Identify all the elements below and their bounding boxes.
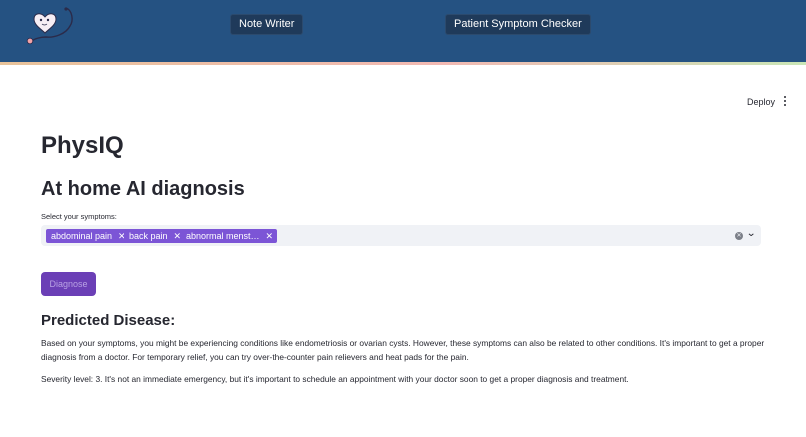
close-icon[interactable]: ✕ [174, 231, 182, 241]
symptom-tag-label: abdominal pain [51, 231, 113, 241]
nav-note-writer-button[interactable]: Note Writer [231, 15, 303, 34]
symptom-tag: abdominal pain ✕ [46, 229, 130, 243]
kebab-menu-icon[interactable] [782, 96, 788, 108]
header-accent-line [0, 62, 806, 65]
severity-text: Severity level: 3. It's not an immediate… [41, 374, 629, 384]
heart-stethoscope-logo-icon[interactable] [24, 6, 76, 46]
symptoms-label: Select your symptoms: [41, 212, 117, 221]
deploy-button[interactable]: Deploy [747, 97, 775, 107]
chevron-down-icon[interactable]: ⌄ [746, 228, 756, 239]
symptom-tag: back pain ✕ [124, 229, 186, 243]
symptoms-multiselect[interactable]: abdominal pain ✕ back pain ✕ abnormal mens… [41, 225, 761, 246]
symptom-tag-label: abnormal menst… [186, 231, 260, 241]
clear-icon[interactable]: ✕ [735, 232, 743, 240]
symptom-tag-label: back pain [129, 231, 168, 241]
diagnose-button[interactable]: Diagnose [41, 272, 96, 296]
nav-patient-symptom-checker-button[interactable]: Patient Symptom Checker [446, 15, 590, 34]
page-title: PhysIQ [41, 132, 124, 159]
page-subtitle: At home AI diagnosis [41, 178, 245, 200]
close-icon[interactable]: ✕ [266, 231, 274, 241]
app-header: Note Writer Patient Symptom Checker [0, 0, 806, 62]
symptom-tag: abnormal menst… ✕ [181, 229, 278, 243]
diagnosis-text: Based on your symptoms, you might be exp… [41, 338, 765, 362]
predicted-disease-heading: Predicted Disease: [41, 312, 176, 329]
